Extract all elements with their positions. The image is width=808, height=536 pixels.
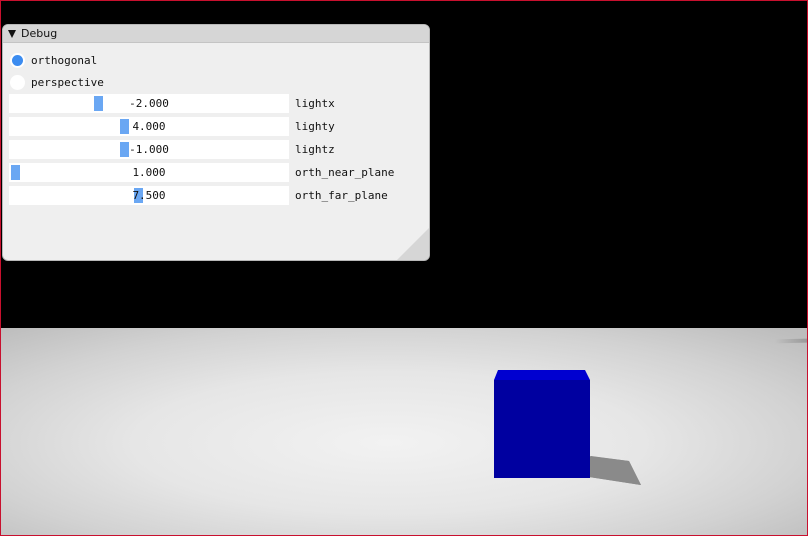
slider-row-orth-far-plane: 7.500 orth_far_plane bbox=[9, 186, 419, 205]
slider-label: orth_far_plane bbox=[295, 189, 388, 202]
slider-lighty[interactable]: 4.000 bbox=[9, 117, 289, 136]
slider-value: 7.500 bbox=[132, 189, 166, 202]
slider-lightz[interactable]: -1.000 bbox=[9, 140, 289, 159]
resize-grip-icon[interactable] bbox=[397, 228, 429, 260]
radio-orthogonal[interactable]: orthogonal bbox=[10, 51, 97, 69]
radio-perspective[interactable]: perspective bbox=[10, 73, 104, 91]
slider-label: lightz bbox=[295, 143, 335, 156]
render-viewport: Debug orthogonal perspective -2.000 ligh… bbox=[0, 0, 808, 536]
slider-value: 1.000 bbox=[132, 166, 166, 179]
radio-unselected-icon[interactable] bbox=[10, 74, 25, 90]
slider-label: lightx bbox=[295, 97, 335, 110]
slider-value: 4.000 bbox=[132, 120, 166, 133]
radio-perspective-label: perspective bbox=[31, 75, 104, 89]
cube-shadow-core bbox=[589, 456, 641, 485]
slider-orth-near-plane[interactable]: 1.000 bbox=[9, 163, 289, 182]
slider-row-lightz: -1.000 lightz bbox=[9, 140, 419, 159]
slider-value: -1.000 bbox=[129, 143, 169, 156]
slider-row-lightx: -2.000 lightx bbox=[9, 94, 419, 113]
slider-orth-far-plane[interactable]: 7.500 bbox=[9, 186, 289, 205]
slider-row-lighty: 4.000 lighty bbox=[9, 117, 419, 136]
cube-front-face bbox=[494, 380, 590, 478]
radio-selected-icon[interactable] bbox=[10, 52, 25, 68]
slider-value: -2.000 bbox=[129, 97, 169, 110]
debug-title: Debug bbox=[21, 27, 58, 40]
slider-label: lighty bbox=[295, 120, 335, 133]
slider-row-orth-near-plane: 1.000 orth_near_plane bbox=[9, 163, 419, 182]
radio-orthogonal-label: orthogonal bbox=[31, 53, 98, 67]
collapse-triangle-icon[interactable] bbox=[8, 29, 16, 38]
debug-title-bar[interactable]: Debug bbox=[3, 25, 429, 43]
cube-top-face bbox=[494, 370, 590, 380]
slider-lightx[interactable]: -2.000 bbox=[9, 94, 289, 113]
slider-label: orth_near_plane bbox=[295, 166, 395, 179]
debug-window[interactable]: Debug orthogonal perspective -2.000 ligh… bbox=[2, 24, 430, 261]
